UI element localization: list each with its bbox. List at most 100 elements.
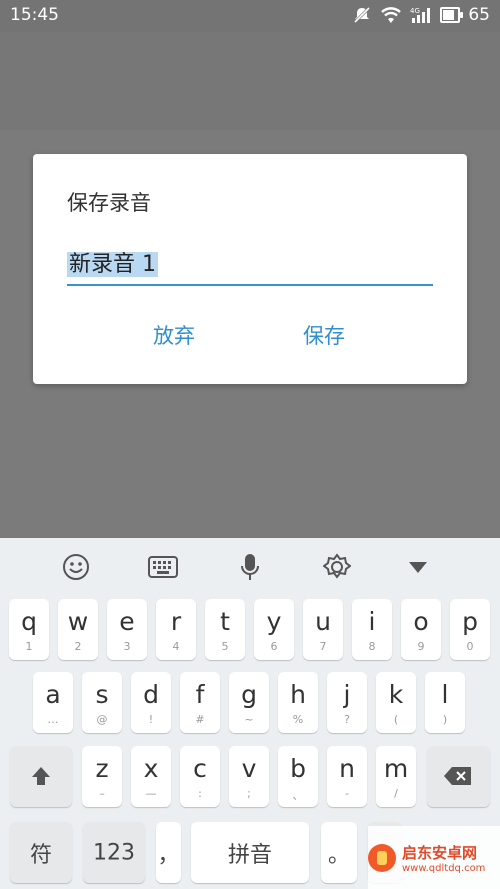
key-label: d xyxy=(143,680,159,709)
key-hint: — xyxy=(145,787,157,800)
key-label: x xyxy=(143,754,159,783)
key-hint: 7 xyxy=(319,640,327,653)
watermark-url: www.qdltdq.com xyxy=(402,862,486,874)
key-label: p xyxy=(462,607,478,636)
status-time: 15:45 xyxy=(10,5,59,25)
symbol-key-label: 符 xyxy=(29,842,52,868)
site-watermark: 启东安卓网 www.qdltdq.com xyxy=(368,826,500,889)
4g-signal-icon: 4G xyxy=(410,6,432,24)
save-button[interactable]: 保存 xyxy=(303,320,345,350)
key-hint: 1 xyxy=(25,640,33,653)
mic-icon[interactable] xyxy=(235,552,265,582)
key-p[interactable]: p0 xyxy=(450,599,490,660)
key-label: a xyxy=(45,680,61,709)
key-hint: ( xyxy=(393,713,399,726)
key-hint: ) xyxy=(442,713,448,726)
key-f[interactable]: f # xyxy=(180,672,220,733)
key-d[interactable]: d! xyxy=(131,672,171,733)
key-hint: ? xyxy=(344,713,350,726)
watermark-title: 启东安卓网 xyxy=(402,843,478,862)
key-e[interactable]: e3 xyxy=(107,599,147,660)
key-hint: 2 xyxy=(74,640,82,653)
comma-key[interactable]: ， xyxy=(156,822,181,883)
battery-level: 65 xyxy=(468,5,490,25)
space-key[interactable]: 拼音 xyxy=(191,822,309,883)
battery-icon xyxy=(440,7,464,23)
recording-name-input[interactable]: 新录音 1 xyxy=(67,246,433,286)
key-h[interactable]: h% xyxy=(278,672,318,733)
key-hint: ~ xyxy=(244,713,254,726)
battery-indicator: 65 xyxy=(440,5,490,25)
keyboard-toolbar xyxy=(0,538,500,594)
key-v[interactable]: v; xyxy=(229,746,269,807)
key-b[interactable]: b、 xyxy=(278,746,318,807)
key-label: e xyxy=(119,607,135,636)
key-label: n xyxy=(339,754,355,783)
save-recording-dialog: 保存录音 新录音 1 放弃 保存 xyxy=(33,154,467,384)
key-u[interactable]: u7 xyxy=(303,599,343,660)
key-hint: % xyxy=(292,713,304,726)
key-m[interactable]: m / xyxy=(376,746,416,807)
keyboard-icon[interactable] xyxy=(148,552,178,582)
key-x[interactable]: x — xyxy=(131,746,171,807)
key-n[interactable]: n- xyxy=(327,746,367,807)
key-y[interactable]: y6 xyxy=(254,599,294,660)
key-hint: 0 xyxy=(466,640,474,653)
key-o[interactable]: o9 xyxy=(401,599,441,660)
key-hint: - xyxy=(345,787,349,800)
period-key[interactable]: 。 xyxy=(321,822,357,883)
symbol-key[interactable]: 符 xyxy=(10,822,72,883)
key-a[interactable]: a… xyxy=(33,672,73,733)
key-hint: ! xyxy=(148,713,154,726)
comma-key-label: ， xyxy=(157,842,180,868)
discard-button[interactable]: 放弃 xyxy=(153,320,195,350)
key-s[interactable]: s @ xyxy=(82,672,122,733)
key-hint: # xyxy=(195,713,205,726)
mute-icon xyxy=(352,5,372,25)
key-label: m xyxy=(383,754,409,783)
backspace-key[interactable] xyxy=(427,746,490,807)
numbers-key[interactable]: 123 xyxy=(83,822,145,883)
key-j[interactable]: j? xyxy=(327,672,367,733)
key-w[interactable]: w2 xyxy=(58,599,98,660)
key-label: z xyxy=(95,754,109,783)
key-k[interactable]: k( xyxy=(376,672,416,733)
key-hint: 9 xyxy=(417,640,425,653)
key-hint: 8 xyxy=(368,640,376,653)
key-l[interactable]: l) xyxy=(425,672,465,733)
key-hint: / xyxy=(394,787,398,800)
shift-key[interactable] xyxy=(10,746,72,807)
key-z[interactable]: z – xyxy=(82,746,122,807)
key-hint: … xyxy=(47,713,59,726)
key-label: c xyxy=(193,754,207,783)
key-label: q xyxy=(21,607,37,636)
key-label: i xyxy=(368,607,376,636)
numbers-key-label: 123 xyxy=(93,840,135,865)
key-label: h xyxy=(290,680,306,709)
key-hint: : xyxy=(198,787,202,800)
key-label: o xyxy=(413,607,429,636)
key-q[interactable]: q1 xyxy=(9,599,49,660)
key-label: u xyxy=(315,607,331,636)
key-r[interactable]: r4 xyxy=(156,599,196,660)
watermark-logo-icon xyxy=(368,843,396,872)
key-t[interactable]: t5 xyxy=(205,599,245,660)
settings-icon[interactable] xyxy=(322,552,352,582)
key-c[interactable]: c: xyxy=(180,746,220,807)
key-label: v xyxy=(241,754,257,783)
period-key-label: 。 xyxy=(327,842,350,868)
key-label: g xyxy=(241,680,257,709)
svg-text:4G: 4G xyxy=(410,7,420,15)
key-label: t xyxy=(220,607,230,636)
status-bar: 15:45 4G 65 xyxy=(0,0,500,32)
collapse-icon[interactable] xyxy=(403,552,433,582)
key-i[interactable]: i8 xyxy=(352,599,392,660)
key-g[interactable]: g ~ xyxy=(229,672,269,733)
wifi-icon xyxy=(380,6,402,24)
key-hint: 6 xyxy=(270,640,278,653)
key-hint: 、 xyxy=(292,789,304,802)
dim-overlay-top xyxy=(0,32,500,130)
key-label: f xyxy=(195,680,205,709)
emoji-icon[interactable] xyxy=(61,552,91,582)
key-label: l xyxy=(441,680,449,709)
